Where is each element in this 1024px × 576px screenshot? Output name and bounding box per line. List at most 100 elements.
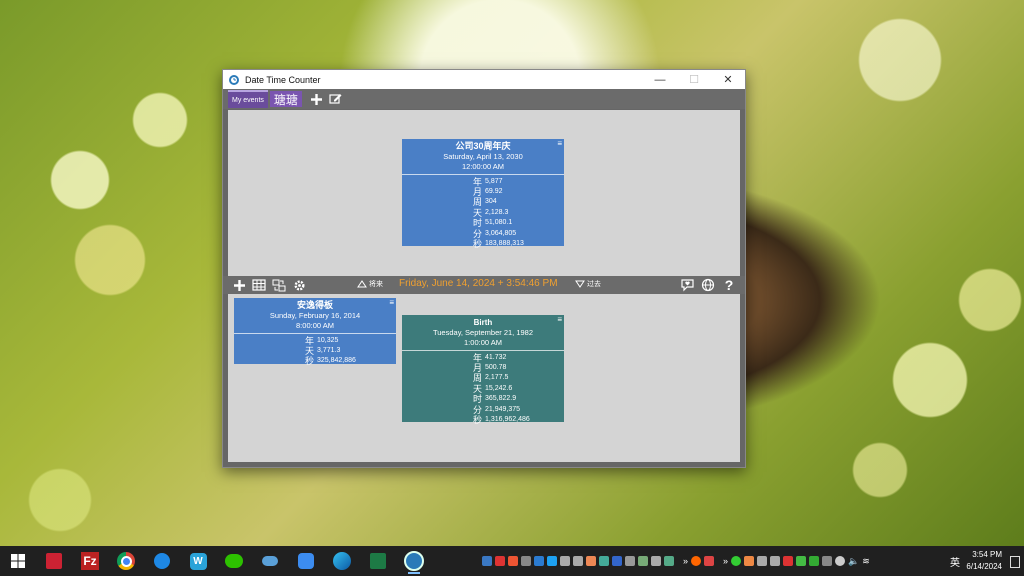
tray-shield-icon[interactable] <box>783 556 794 566</box>
date-time-counter-window: Date Time Counter — ☐ ✕ My events 瑭瑭 公司3… <box>222 69 746 468</box>
taskbar-filezilla-icon[interactable]: Fz <box>72 546 108 576</box>
event-header: 安逸得板 Sunday, February 16, 2014 8:00:00 A… <box>234 298 396 334</box>
window-title: Date Time Counter <box>245 74 321 85</box>
tray-icon-15[interactable] <box>664 556 674 566</box>
tray-icon-13[interactable] <box>638 556 648 566</box>
tray-icon-17[interactable] <box>704 556 715 566</box>
unit-value: 1,316,962,486 <box>485 416 530 424</box>
taskbar-excel-icon[interactable] <box>360 546 396 576</box>
start-button[interactable] <box>0 546 36 576</box>
taskbar-weather-icon[interactable] <box>252 546 288 576</box>
system-clock[interactable]: 3:54 PM 6/14/2024 <box>966 549 1002 573</box>
tray-icon-25[interactable] <box>822 556 833 566</box>
tray-overflow-icon-2[interactable]: » <box>723 556 728 566</box>
triangle-down-icon <box>575 280 585 288</box>
title-bar[interactable]: Date Time Counter — ☐ ✕ <box>223 70 745 89</box>
tray-mic-icon[interactable] <box>744 556 755 566</box>
app-icon <box>228 73 241 86</box>
taskbar-chrome-icon[interactable] <box>108 546 144 576</box>
tray-icon-1[interactable] <box>482 556 492 566</box>
event-name: Birth <box>473 318 493 327</box>
add-tab-icon[interactable] <box>310 93 323 106</box>
tray-wechat-icon[interactable] <box>757 556 768 566</box>
tray-icon-8[interactable] <box>573 556 583 566</box>
tray-icon-21[interactable] <box>770 556 781 566</box>
taskbar: Fz W » » 🔈 ≋ 英 3:54 PM 6/14/2024 <box>0 546 1024 576</box>
event-date: Saturday, April 13, 2030 <box>443 152 523 161</box>
taskbar-sync-icon[interactable] <box>144 546 180 576</box>
tray-icon-23[interactable] <box>796 556 807 566</box>
tray-icon-2[interactable] <box>495 556 505 566</box>
event-counter-rows: 年 10,325 天 3,771.3 秒 325,842,886 <box>234 334 396 367</box>
firefox-icon[interactable] <box>691 556 702 566</box>
feedback-heart-icon[interactable] <box>679 277 695 293</box>
taskbar-date-time-counter-icon[interactable] <box>396 546 432 576</box>
ime-indicator[interactable]: 英 <box>950 554 960 569</box>
current-time-bar: 将来 Friday, June 14, 2024 + 3:54:46 PM 过去… <box>223 276 745 294</box>
event-header: 公司30周年庆 Saturday, April 13, 2030 12:00:0… <box>402 139 564 175</box>
help-icon[interactable]: ? <box>721 277 737 293</box>
unit-value: 500.78 <box>485 364 507 372</box>
close-button[interactable]: ✕ <box>711 70 745 89</box>
add-event-icon[interactable] <box>231 277 247 293</box>
future-label: 将来 <box>369 281 383 288</box>
clock-date: 6/14/2024 <box>966 562 1002 571</box>
event-card-past-0[interactable]: 安逸得板 Sunday, February 16, 2014 8:00:00 A… <box>234 298 396 367</box>
counter-row: 秒 1,316,962,486 <box>402 414 564 426</box>
event-time: 12:00:00 AM <box>461 162 505 171</box>
event-counter-rows: 年 41.732 月 500.78 周 2,177.5 天 15,242.6 时 365,… <box>402 351 564 426</box>
event-date: Sunday, February 16, 2014 <box>269 311 361 320</box>
tray-icon-10[interactable] <box>599 556 609 566</box>
unit-value: 5,877 <box>485 177 503 185</box>
switch-view-icon[interactable] <box>271 277 287 293</box>
unit-value: 69.92 <box>485 188 503 196</box>
tray-icon-12[interactable] <box>625 556 635 566</box>
taskbar-edge-icon[interactable] <box>324 546 360 576</box>
gear-icon[interactable] <box>291 277 307 293</box>
event-counter-rows: 年 5,877 月 69.92 周 304 天 2,128.3 时 51,080.1 分3… <box>402 175 564 250</box>
taskbar-app-tool-icon[interactable] <box>36 546 72 576</box>
edit-tab-icon[interactable] <box>329 93 342 105</box>
minimize-button[interactable]: — <box>643 70 677 89</box>
tray-icon-4[interactable] <box>521 556 531 566</box>
taskbar-feishu-icon[interactable] <box>288 546 324 576</box>
card-menu-icon[interactable]: ≡ <box>557 139 562 148</box>
taskbar-wechat-icon[interactable] <box>216 546 252 576</box>
past-events-panel: 安逸得板 Sunday, February 16, 2014 8:00:00 A… <box>228 294 740 462</box>
event-card-past-1[interactable]: Birth Tuesday, September 21, 1982 1:00:0… <box>402 315 564 425</box>
card-menu-icon[interactable]: ≡ <box>557 315 562 324</box>
counter-row: 秒 325,842,886 <box>234 356 396 366</box>
tray-icon-24[interactable] <box>809 556 820 566</box>
tray-icon-3[interactable] <box>508 556 518 566</box>
unit-value: 183,888,313 <box>485 240 524 248</box>
calendar-grid-icon[interactable] <box>251 277 267 293</box>
tray-icon-5[interactable] <box>534 556 544 566</box>
triangle-up-icon <box>357 280 367 288</box>
unit-value: 2,177.5 <box>485 374 509 382</box>
maximize-button[interactable]: ☐ <box>677 70 711 89</box>
card-menu-icon[interactable]: ≡ <box>389 298 394 307</box>
tray-icon-7[interactable] <box>560 556 570 566</box>
future-sort-button[interactable]: 将来 <box>357 279 383 289</box>
volume-icon[interactable]: 🔈 <box>848 556 859 567</box>
tray-icon-6[interactable] <box>547 556 557 566</box>
tray-overflow-icon[interactable]: » <box>683 556 688 566</box>
tab-my-events[interactable]: My events <box>228 90 268 108</box>
event-card-future-0[interactable]: 公司30周年庆 Saturday, April 13, 2030 12:00:0… <box>402 139 564 249</box>
wifi-icon[interactable]: ≋ <box>862 556 870 567</box>
globe-icon[interactable] <box>700 277 716 293</box>
microphone-icon[interactable] <box>586 556 596 566</box>
tray-icon-18[interactable] <box>731 556 742 566</box>
taskbar-word-app-icon[interactable]: W <box>180 546 216 576</box>
event-header: Birth Tuesday, September 21, 1982 1:00:0… <box>402 315 564 351</box>
unit-label: 秒 <box>304 356 314 367</box>
unit-label: 秒 <box>472 415 482 426</box>
tray-icon-11[interactable] <box>612 556 622 566</box>
unit-value: 10,325 <box>317 336 339 344</box>
past-sort-button[interactable]: 过去 <box>575 279 601 289</box>
tab-tangtang[interactable]: 瑭瑭 <box>269 91 302 107</box>
event-time: 1:00:00 AM <box>464 338 502 347</box>
tray-icon-14[interactable] <box>651 556 661 566</box>
notification-icon[interactable] <box>1010 556 1020 568</box>
vpn-icon[interactable] <box>835 556 846 566</box>
